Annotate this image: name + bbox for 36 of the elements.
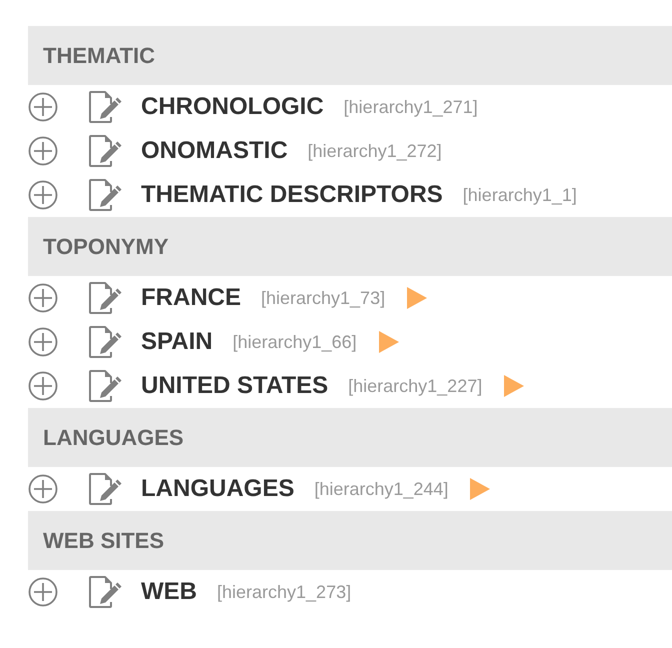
edit-icon[interactable] [86,89,122,125]
category-label[interactable]: UNITED STATES [141,368,328,404]
section-header: LANGUAGES [28,408,672,467]
category-code: [hierarchy1_66] [232,330,357,354]
edit-icon[interactable] [86,324,122,360]
category-label[interactable]: THEMATIC DESCRIPTORS [141,177,443,213]
add-icon[interactable] [28,371,58,401]
category-label[interactable]: FRANCE [141,280,241,316]
category-code: [hierarchy1_73] [261,286,386,310]
add-icon[interactable] [28,92,58,122]
category-code: [hierarchy1_273] [217,580,352,604]
section-header: WEB SITES [28,511,672,570]
add-icon[interactable] [28,283,58,313]
category-label[interactable]: CHRONOLOGIC [141,89,324,125]
add-icon[interactable] [28,577,58,607]
add-icon[interactable] [28,136,58,166]
category-code: [hierarchy1_244] [314,478,448,501]
category-code: [hierarchy1_272] [308,140,442,163]
category-code: [hierarchy1_1] [462,184,577,207]
category-code: [hierarchy1_271] [344,96,478,119]
section-header: THEMATIC [28,26,672,85]
category-label[interactable]: WEB [141,574,197,610]
edit-icon[interactable] [86,471,122,507]
add-icon[interactable] [28,180,58,210]
add-icon[interactable] [28,474,58,504]
category-code: [hierarchy1_227] [348,374,482,398]
edit-icon[interactable] [86,280,122,316]
category-label[interactable]: ONOMASTIC [141,133,288,169]
category-label[interactable]: SPAIN [141,324,213,360]
category-label[interactable]: LANGUAGES [141,471,294,507]
section-header: TOPONYMY [28,217,672,276]
edit-icon[interactable] [86,574,122,610]
add-icon[interactable] [28,327,58,357]
edit-icon[interactable] [86,133,122,169]
edit-icon[interactable] [86,177,122,213]
edit-icon[interactable] [86,368,122,404]
